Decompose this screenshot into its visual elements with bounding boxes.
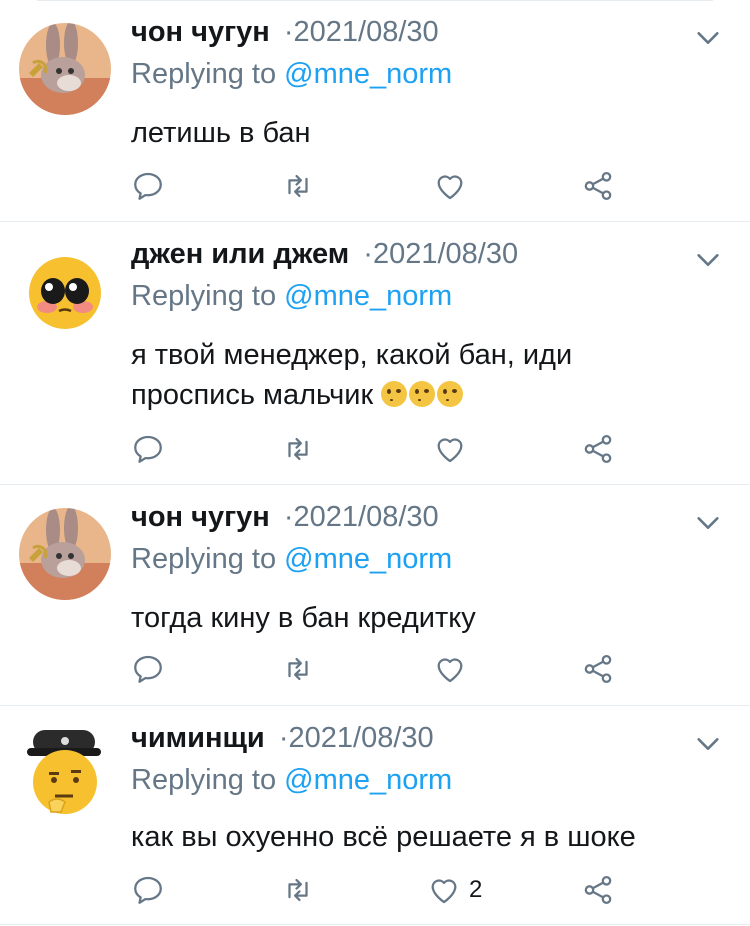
replying-prefix: Replying to xyxy=(131,543,277,575)
reply-icon xyxy=(134,172,162,200)
tweet-text-line-content: проспись мальчик xyxy=(131,379,374,411)
reply-button[interactable] xyxy=(131,649,165,689)
retweet-icon xyxy=(288,437,308,461)
tweet-text: летишь в бан xyxy=(131,117,311,149)
retweet-icon xyxy=(288,174,308,198)
tweet-actions xyxy=(131,166,631,206)
reply-button[interactable] xyxy=(131,429,165,469)
share-button[interactable] xyxy=(581,429,615,469)
tweet-actions: 2 xyxy=(131,870,631,910)
share-button[interactable] xyxy=(581,870,615,910)
raised-eyebrow-emoji-icon xyxy=(381,381,408,407)
separator-dot: · xyxy=(278,722,289,754)
separator-dot: · xyxy=(283,501,294,533)
share-icon xyxy=(584,875,612,905)
like-button[interactable] xyxy=(433,429,467,469)
tweet-header: чиминщи ·2021/08/30 xyxy=(131,720,434,756)
tweet-text-line: я твой менеджер, какой бан, иди xyxy=(131,339,573,371)
tweet-reply[interactable]: чиминщи ·2021/08/30 Replying to @mne_nor… xyxy=(0,706,750,925)
like-count: 2 xyxy=(469,876,483,903)
heart-icon xyxy=(431,879,457,904)
avatar[interactable] xyxy=(19,726,111,818)
avatar[interactable] xyxy=(19,23,111,115)
replying-prefix: Replying to xyxy=(131,280,277,312)
replying-prefix: Replying to xyxy=(131,764,277,796)
heart-icon xyxy=(437,175,463,200)
replying-prefix: Replying to xyxy=(131,58,277,90)
chevron-down-icon[interactable] xyxy=(694,730,722,758)
heart-icon xyxy=(437,658,463,683)
tweet-date[interactable]: 2021/08/30 xyxy=(289,722,434,754)
share-button[interactable] xyxy=(581,649,615,689)
tweet-text-line: проспись мальчик xyxy=(131,375,721,415)
retweet-button[interactable] xyxy=(281,166,315,206)
display-name[interactable]: джен или джем xyxy=(131,238,349,270)
tweet-header: джен или джем ·2021/08/30 xyxy=(131,236,518,272)
tweet-header: чон чугун ·2021/08/30 xyxy=(131,14,439,50)
tweet-actions xyxy=(131,649,631,689)
tweet-date[interactable]: 2021/08/30 xyxy=(294,501,439,533)
reply-icon xyxy=(134,435,162,463)
chevron-down-icon[interactable] xyxy=(694,24,722,52)
tweet-text: тогда кину в бан кредитку xyxy=(131,602,476,634)
replying-to: Replying to @mne_norm xyxy=(131,541,452,577)
replying-handle-link[interactable]: @mne_norm xyxy=(284,543,452,575)
share-icon xyxy=(584,171,612,201)
reply-button[interactable] xyxy=(131,166,165,206)
share-icon xyxy=(584,654,612,684)
tweet-reply[interactable]: чон чугун ·2021/08/30 Replying to @mne_n… xyxy=(0,485,750,706)
display-name[interactable]: чон чугун xyxy=(131,501,270,533)
like-button[interactable]: 2 xyxy=(427,870,482,910)
tweet-text: я твой менеджер, какой бан, иди проспись… xyxy=(131,335,721,415)
raised-eyebrow-emoji-icon xyxy=(437,381,464,407)
avatar[interactable] xyxy=(19,508,111,600)
chevron-down-icon[interactable] xyxy=(694,246,722,274)
replying-handle-link[interactable]: @mne_norm xyxy=(284,764,452,796)
tweet-header: чон чугун ·2021/08/30 xyxy=(131,499,439,535)
replying-to: Replying to @mne_norm xyxy=(131,278,452,314)
tweet-reply[interactable]: чон чугун ·2021/08/30 Replying to @mne_n… xyxy=(0,0,750,222)
retweet-button[interactable] xyxy=(281,649,315,689)
replying-to: Replying to @mne_norm xyxy=(131,762,452,798)
like-button[interactable] xyxy=(433,166,467,206)
display-name[interactable]: чон чугун xyxy=(131,16,270,48)
chevron-down-icon[interactable] xyxy=(694,509,722,537)
separator-dot: · xyxy=(363,238,373,270)
retweet-icon xyxy=(288,657,308,681)
replying-handle-link[interactable]: @mne_norm xyxy=(284,58,452,90)
reply-button[interactable] xyxy=(131,870,165,910)
like-button[interactable] xyxy=(433,649,467,689)
replying-handle-link[interactable]: @mne_norm xyxy=(284,280,452,312)
retweet-icon xyxy=(288,878,308,902)
share-icon xyxy=(584,434,612,464)
retweet-button[interactable] xyxy=(281,429,315,469)
tweet-date[interactable]: 2021/08/30 xyxy=(294,16,439,48)
tweet-date[interactable]: 2021/08/30 xyxy=(373,238,518,270)
retweet-button[interactable] xyxy=(281,870,315,910)
reply-icon xyxy=(134,655,162,683)
share-button[interactable] xyxy=(581,166,615,206)
tweet-reply[interactable]: джен или джем ·2021/08/30 Replying to @m… xyxy=(0,222,750,485)
heart-icon xyxy=(437,438,463,463)
tweet-text: как вы охуенно всё решаете я в шоке xyxy=(131,821,636,853)
display-name[interactable]: чиминщи xyxy=(131,722,265,754)
raised-eyebrow-emoji-icon xyxy=(409,381,436,407)
avatar[interactable] xyxy=(19,245,111,337)
reply-icon xyxy=(134,876,162,904)
replying-to: Replying to @mne_norm xyxy=(131,56,452,92)
tweet-actions xyxy=(131,429,631,469)
separator-dot: · xyxy=(283,16,294,48)
